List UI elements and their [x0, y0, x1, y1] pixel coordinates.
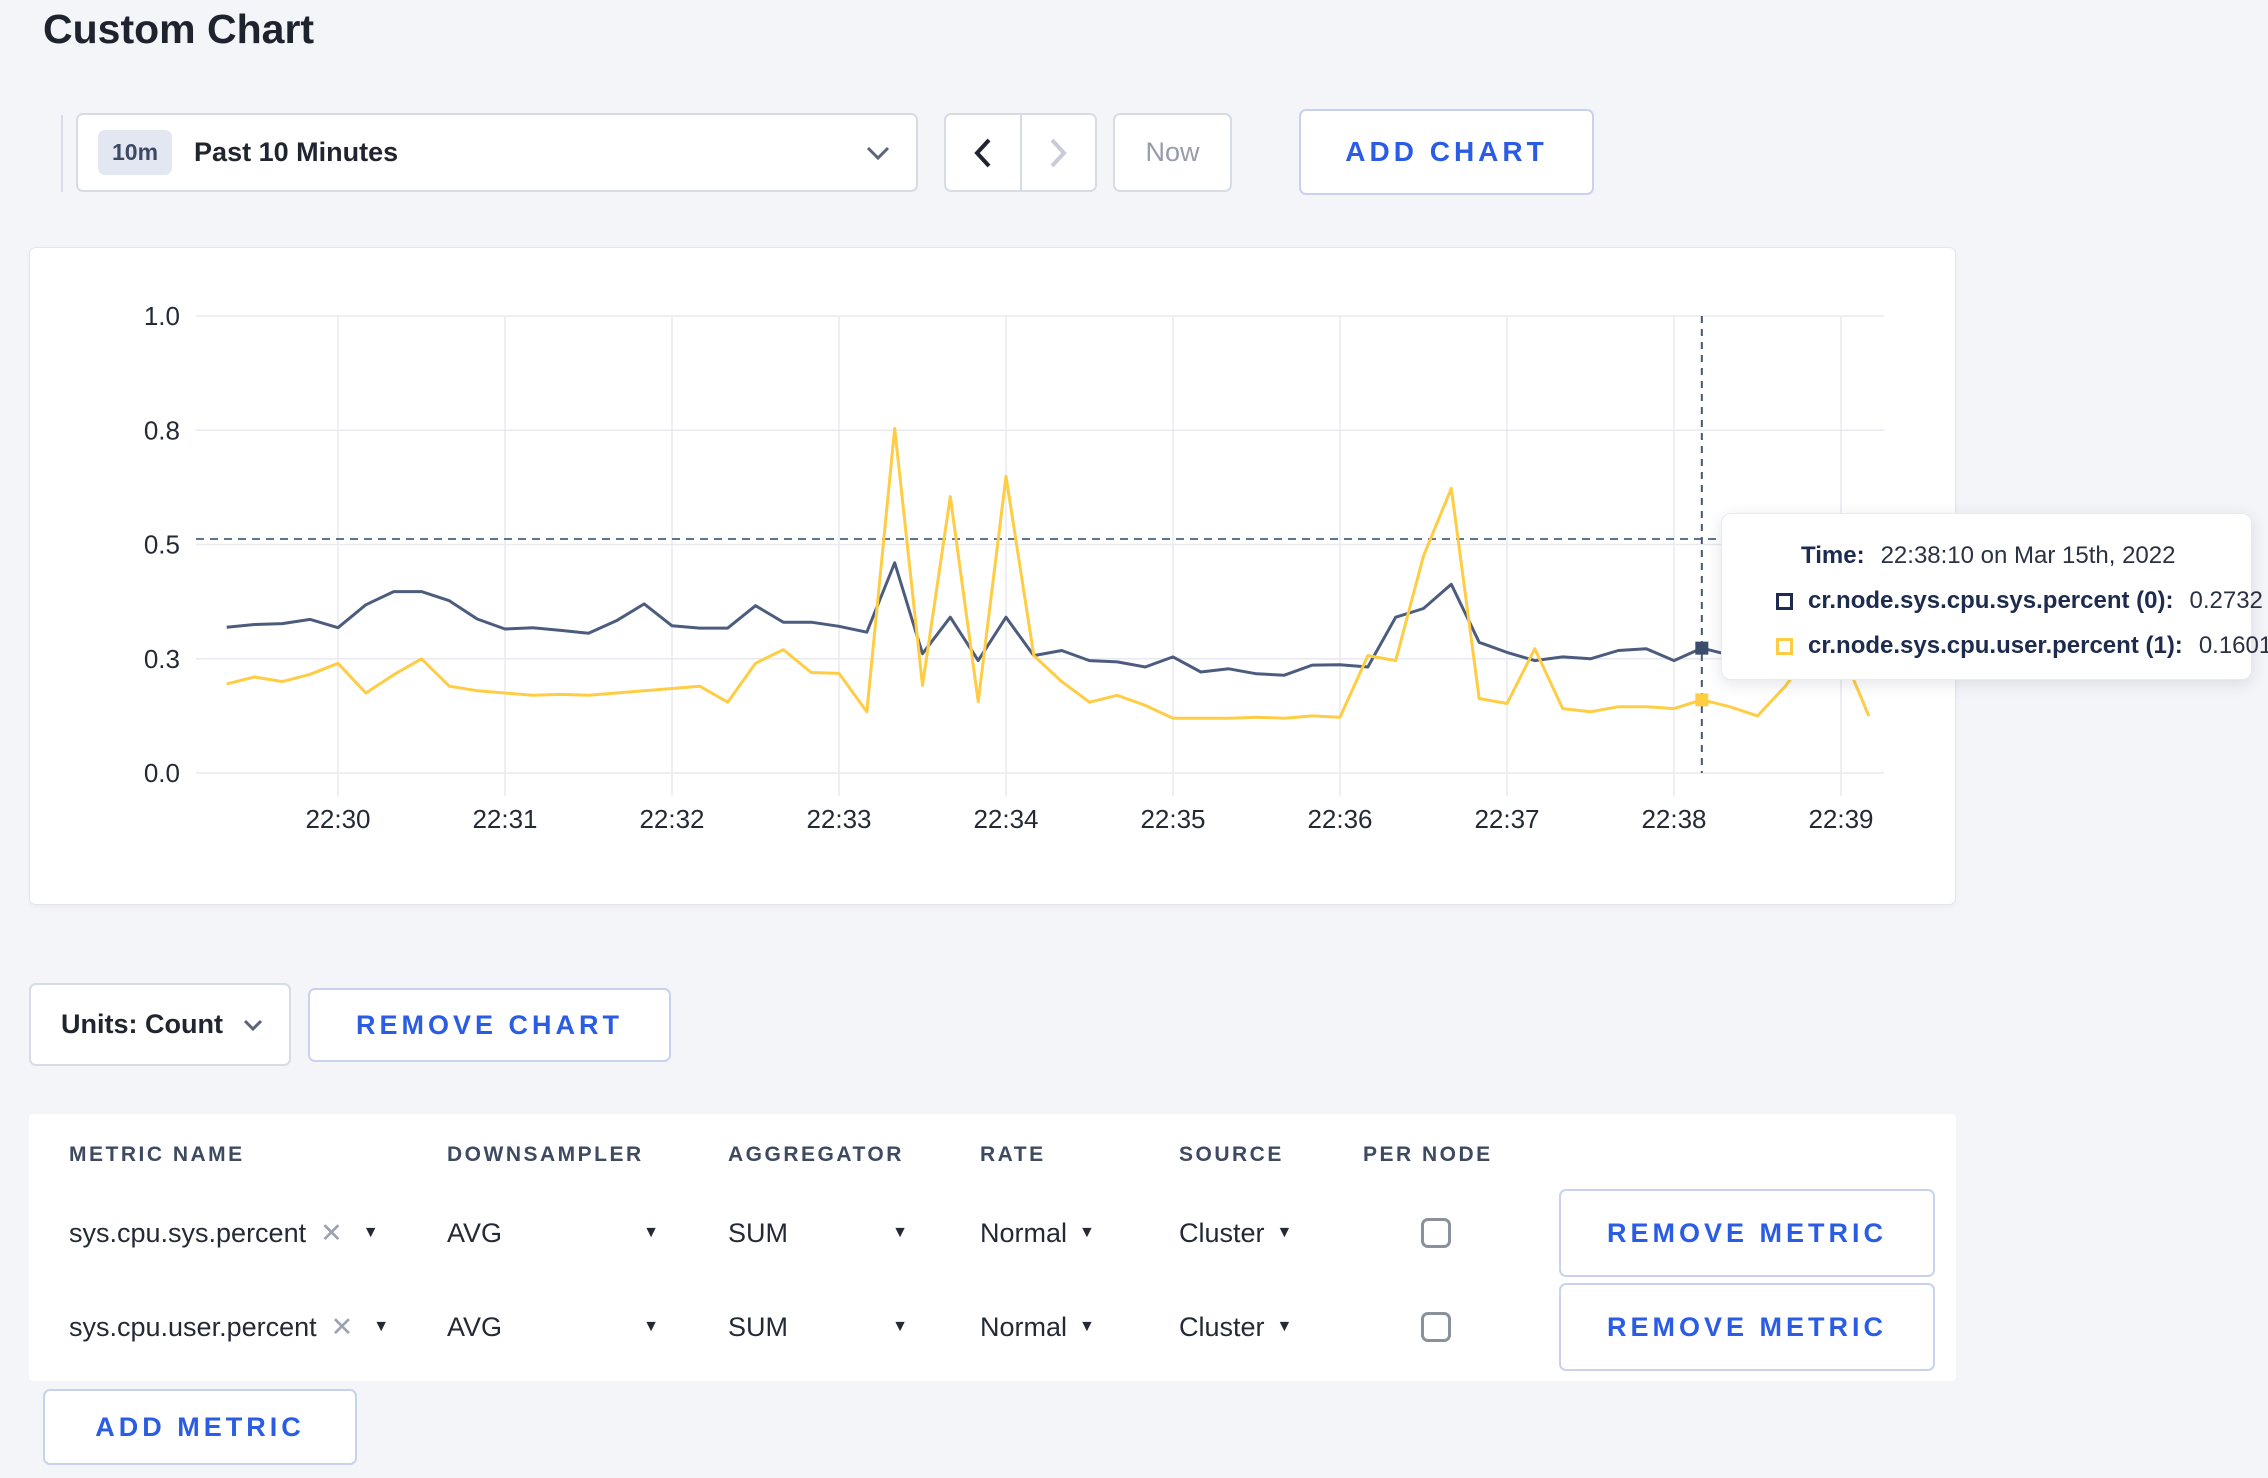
y-axis-tick-label: 0.3 [144, 644, 180, 674]
y-axis-tick-label: 0.0 [144, 758, 180, 788]
tooltip-series-name: cr.node.sys.cpu.sys.percent (0): [1808, 587, 2174, 614]
chevron-right-icon [1050, 138, 1067, 167]
metric-row: sys.cpu.sys.percent ✕ ▼ AVG ▼ SUM ▼ Normal… [29, 1186, 1956, 1280]
remove-chart-button[interactable]: REMOVE CHART [308, 988, 671, 1062]
caret-down-icon[interactable]: ▼ [373, 1318, 389, 1336]
caret-down-icon: ▼ [1079, 1224, 1095, 1241]
tooltip-series-value: 0.2732 [2189, 587, 2263, 614]
now-button[interactable]: Now [1113, 113, 1232, 192]
caret-down-icon: ▼ [643, 1318, 659, 1335]
time-range-badge: 10m [98, 130, 173, 175]
hover-marker-icon [1695, 693, 1709, 707]
time-range-label: Past 10 Minutes [194, 137, 399, 167]
units-dropdown[interactable]: Units: Count [29, 983, 291, 1066]
x-axis-tick-label: 22:36 [1307, 804, 1372, 834]
hover-marker-icon [1695, 641, 1709, 655]
x-axis-tick-label: 22:33 [806, 804, 871, 834]
metrics-table-header: METRIC NAME DOWNSAMPLER AGGREGATOR RATE … [29, 1114, 1956, 1186]
rate-select[interactable]: Normal ▼ [980, 1312, 1179, 1343]
tooltip-time-value: 22:38:10 on Mar 15th, 2022 [1880, 542, 2176, 569]
downsampler-select[interactable]: AVG ▼ [447, 1218, 659, 1249]
tooltip-series-name: cr.node.sys.cpu.user.percent (1): [1808, 632, 2183, 659]
col-header-per-node: PER NODE [1363, 1143, 1493, 1166]
col-header-downsampler: DOWNSAMPLER [447, 1143, 644, 1166]
source-select[interactable]: Cluster ▼ [1179, 1312, 1363, 1343]
tooltip-series-row: cr.node.sys.cpu.sys.percent (0): 0.2732 [1776, 587, 2263, 615]
chart-card[interactable]: 0.0 0.3 0.5 0.8 1.0 22:30 22:31 22:32 22:33 22:34… [29, 247, 1956, 905]
metric-row: sys.cpu.user.percent ✕ ▼ AVG ▼ SUM ▼ Norma… [29, 1280, 1956, 1374]
caret-down-icon[interactable]: ▼ [363, 1224, 379, 1242]
remove-metric-button[interactable]: REMOVE METRIC [1559, 1283, 1935, 1371]
aggregator-select[interactable]: SUM ▼ [728, 1312, 908, 1343]
caret-down-icon: ▼ [1079, 1318, 1095, 1335]
x-axis-tick-label: 22:39 [1808, 804, 1873, 834]
user-series-swatch-icon [1776, 637, 1793, 655]
col-header-rate: RATE [980, 1143, 1046, 1166]
y-axis-tick-label: 1.0 [144, 301, 180, 331]
caret-down-icon: ▼ [892, 1224, 908, 1241]
caret-down-icon: ▼ [1276, 1318, 1293, 1335]
chevron-down-icon [866, 146, 890, 160]
per-node-checkbox[interactable] [1421, 1218, 1451, 1248]
toolbar-divider [61, 115, 63, 192]
prev-time-button[interactable] [944, 113, 1021, 192]
metrics-table: METRIC NAME DOWNSAMPLER AGGREGATOR RATE … [29, 1114, 1956, 1381]
y-axis-tick-label: 0.8 [144, 415, 180, 445]
caret-down-icon: ▼ [643, 1224, 659, 1241]
remove-metric-x-icon[interactable]: ✕ [331, 1312, 354, 1343]
chart-tooltip: Time: 22:38:10 on Mar 15th, 2022 cr.node… [1721, 513, 2268, 680]
col-header-source: SOURCE [1179, 1143, 1284, 1166]
metric-name-value[interactable]: sys.cpu.sys.percent [69, 1218, 306, 1249]
source-select[interactable]: Cluster ▼ [1179, 1218, 1363, 1249]
next-time-button[interactable] [1020, 113, 1097, 192]
caret-down-icon: ▼ [892, 1318, 908, 1335]
units-label: Units: Count [61, 1009, 223, 1039]
chart-plot[interactable]: 0.0 0.3 0.5 0.8 1.0 22:30 22:31 22:32 22:33 22:34… [30, 248, 1957, 906]
y-axis-tick-label: 0.5 [144, 530, 180, 560]
page-title: Custom Chart [43, 6, 315, 52]
add-metric-button[interactable]: ADD METRIC [43, 1389, 357, 1465]
caret-down-icon: ▼ [1276, 1224, 1293, 1241]
tooltip-series-value: 0.1601 [2198, 632, 2268, 659]
per-node-checkbox[interactable] [1421, 1312, 1451, 1342]
col-header-metric-name: METRIC NAME [69, 1143, 245, 1166]
remove-metric-x-icon[interactable]: ✕ [320, 1218, 343, 1249]
tooltip-series-row: cr.node.sys.cpu.user.percent (1): 0.1601 [1776, 632, 2268, 660]
tooltip-time-label: Time: [1801, 542, 1865, 569]
remove-metric-button[interactable]: REMOVE METRIC [1559, 1189, 1935, 1277]
chevron-down-icon [243, 1019, 263, 1031]
downsampler-select[interactable]: AVG ▼ [447, 1312, 659, 1343]
sys-series-swatch-icon [1776, 592, 1793, 610]
x-axis-tick-label: 22:38 [1641, 804, 1706, 834]
add-chart-button[interactable]: ADD CHART [1299, 109, 1594, 195]
aggregator-select[interactable]: SUM ▼ [728, 1218, 908, 1249]
tooltip-time-row: Time: 22:38:10 on Mar 15th, 2022 [1776, 542, 2251, 570]
x-axis-tick-label: 22:37 [1474, 804, 1539, 834]
x-axis-tick-label: 22:31 [472, 804, 537, 834]
chevron-left-icon [974, 138, 991, 167]
metric-name-value[interactable]: sys.cpu.user.percent [69, 1312, 317, 1343]
col-header-aggregator: AGGREGATOR [728, 1143, 904, 1166]
x-axis-tick-label: 22:30 [305, 804, 370, 834]
time-range-dropdown[interactable]: 10m Past 10 Minutes [76, 113, 918, 192]
x-axis-tick-label: 22:32 [639, 804, 704, 834]
time-nav-group [944, 113, 1097, 192]
x-axis-tick-label: 22:34 [973, 804, 1038, 834]
rate-select[interactable]: Normal ▼ [980, 1218, 1179, 1249]
x-axis-tick-label: 22:35 [1140, 804, 1205, 834]
series-line-1 [226, 426, 1871, 720]
